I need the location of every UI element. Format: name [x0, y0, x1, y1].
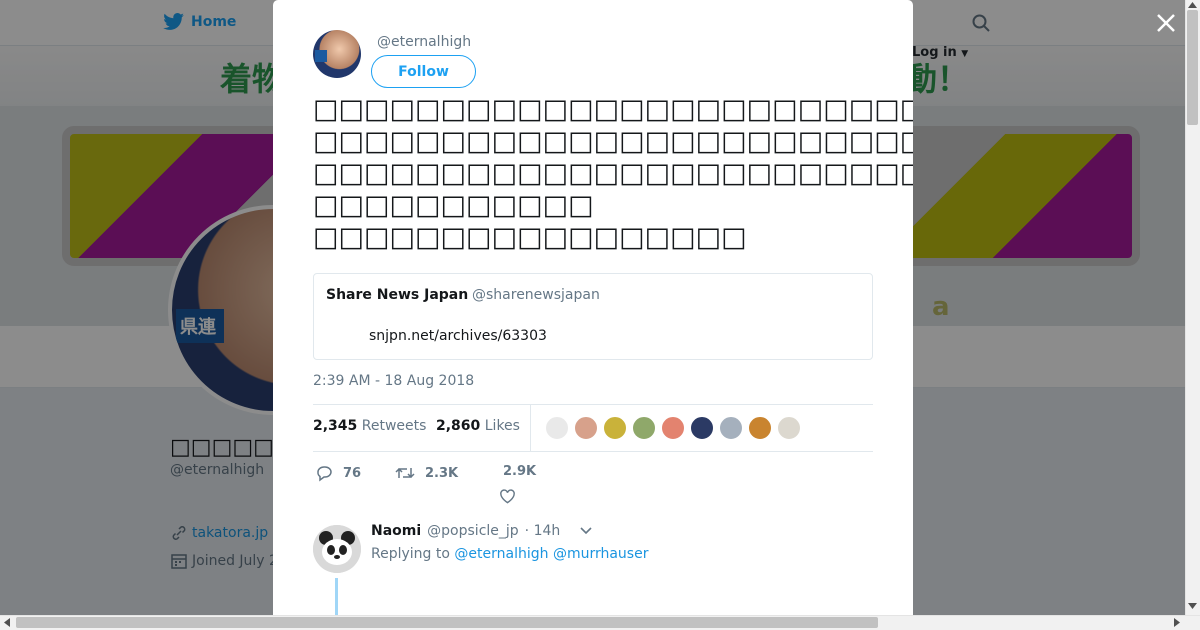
heart-icon[interactable]: [499, 488, 516, 505]
caret-down-icon: ▼: [961, 49, 969, 59]
tweet-actions: 76 2.3K 2.9K: [313, 462, 873, 506]
mention-link[interactable]: @eternalhigh: [454, 546, 548, 562]
liker-avatar[interactable]: [748, 416, 772, 440]
author-handle[interactable]: @eternalhigh: [377, 34, 471, 50]
reply-action[interactable]: 76: [315, 464, 361, 482]
retweets-stat[interactable]: 2,345 Retweets: [313, 418, 426, 434]
follow-button[interactable]: Follow: [371, 55, 476, 88]
quoted-tweet[interactable]: Share News Japan @sharenewsjapan snjpn.n…: [313, 273, 873, 360]
mention-link[interactable]: @murrhauser: [553, 546, 649, 562]
retweets-label: Retweets: [361, 418, 427, 434]
vertical-scrollbar-thumb[interactable]: [1187, 10, 1198, 125]
likers-avatars: [545, 416, 801, 440]
panda-avatar-icon: [313, 525, 361, 573]
reply-tweet[interactable]: Naomi @popsicle_jp · 14h Replying to @et…: [313, 520, 873, 615]
retweet-count: 2.3K: [425, 465, 459, 481]
liker-avatar[interactable]: [661, 416, 685, 440]
liker-avatar[interactable]: [603, 416, 627, 440]
liker-avatar[interactable]: [574, 416, 598, 440]
tweet-timestamp[interactable]: 2:39 AM - 18 Aug 2018: [313, 373, 474, 389]
scroll-right-arrow-icon[interactable]: [1174, 618, 1180, 627]
author-avatar[interactable]: [313, 30, 361, 78]
likes-count: 2,860: [436, 418, 481, 434]
thread-line: [335, 578, 338, 615]
tweet-stats: 2,345 Retweets 2,860 Likes: [313, 404, 873, 452]
reply-author-handle[interactable]: @popsicle_jp: [427, 523, 519, 539]
replying-to: Replying to @eternalhigh @murrhauser: [371, 546, 648, 562]
tweet-modal: @eternalhigh Follow □□□□□□□□□□□□□□□□□□□□…: [273, 0, 913, 615]
liker-avatar[interactable]: [690, 416, 714, 440]
liker-avatar[interactable]: [719, 416, 743, 440]
quoted-author-handle: @sharenewsjapan: [472, 287, 600, 303]
scroll-up-arrow-icon[interactable]: [1188, 2, 1197, 8]
reply-author-name[interactable]: Naomi: [371, 523, 421, 539]
chevron-down-icon[interactable]: [580, 527, 592, 535]
reply-time[interactable]: · 14h: [525, 523, 561, 539]
liker-avatar[interactable]: [777, 416, 801, 440]
scroll-left-arrow-icon[interactable]: [4, 618, 10, 627]
reply-icon: [317, 466, 332, 482]
horizontal-scrollbar-thumb[interactable]: [16, 617, 878, 628]
retweet-icon: [395, 467, 415, 479]
retweets-count: 2,345: [313, 418, 358, 434]
like-count: 2.9K: [503, 464, 537, 479]
like-action[interactable]: 2.9K: [503, 464, 536, 479]
reply-count: 76: [343, 465, 362, 481]
scroll-down-arrow-icon[interactable]: [1188, 603, 1197, 609]
quoted-link[interactable]: snjpn.net/archives/63303: [369, 328, 547, 344]
reply-avatar[interactable]: [313, 525, 361, 573]
stats-divider: [530, 405, 531, 451]
quoted-author-name: Share News Japan: [326, 287, 469, 303]
close-icon[interactable]: [1153, 10, 1179, 36]
likes-label: Likes: [484, 418, 520, 434]
retweet-action[interactable]: 2.3K: [395, 464, 458, 482]
likes-stat[interactable]: 2,860 Likes: [436, 418, 520, 434]
liker-avatar[interactable]: [545, 416, 569, 440]
login-button[interactable]: Log in ▼: [912, 45, 968, 60]
liker-avatar[interactable]: [632, 416, 656, 440]
tweet-text: □□□□□□□□□□□□□□□□□□□□□□□□ □□□□□□□□□ □□□□□□…: [313, 94, 913, 253]
reply-header: Naomi @popsicle_jp · 14h: [371, 523, 592, 539]
replying-to-prefix: Replying to: [371, 546, 450, 562]
login-label: Log in: [912, 45, 957, 60]
